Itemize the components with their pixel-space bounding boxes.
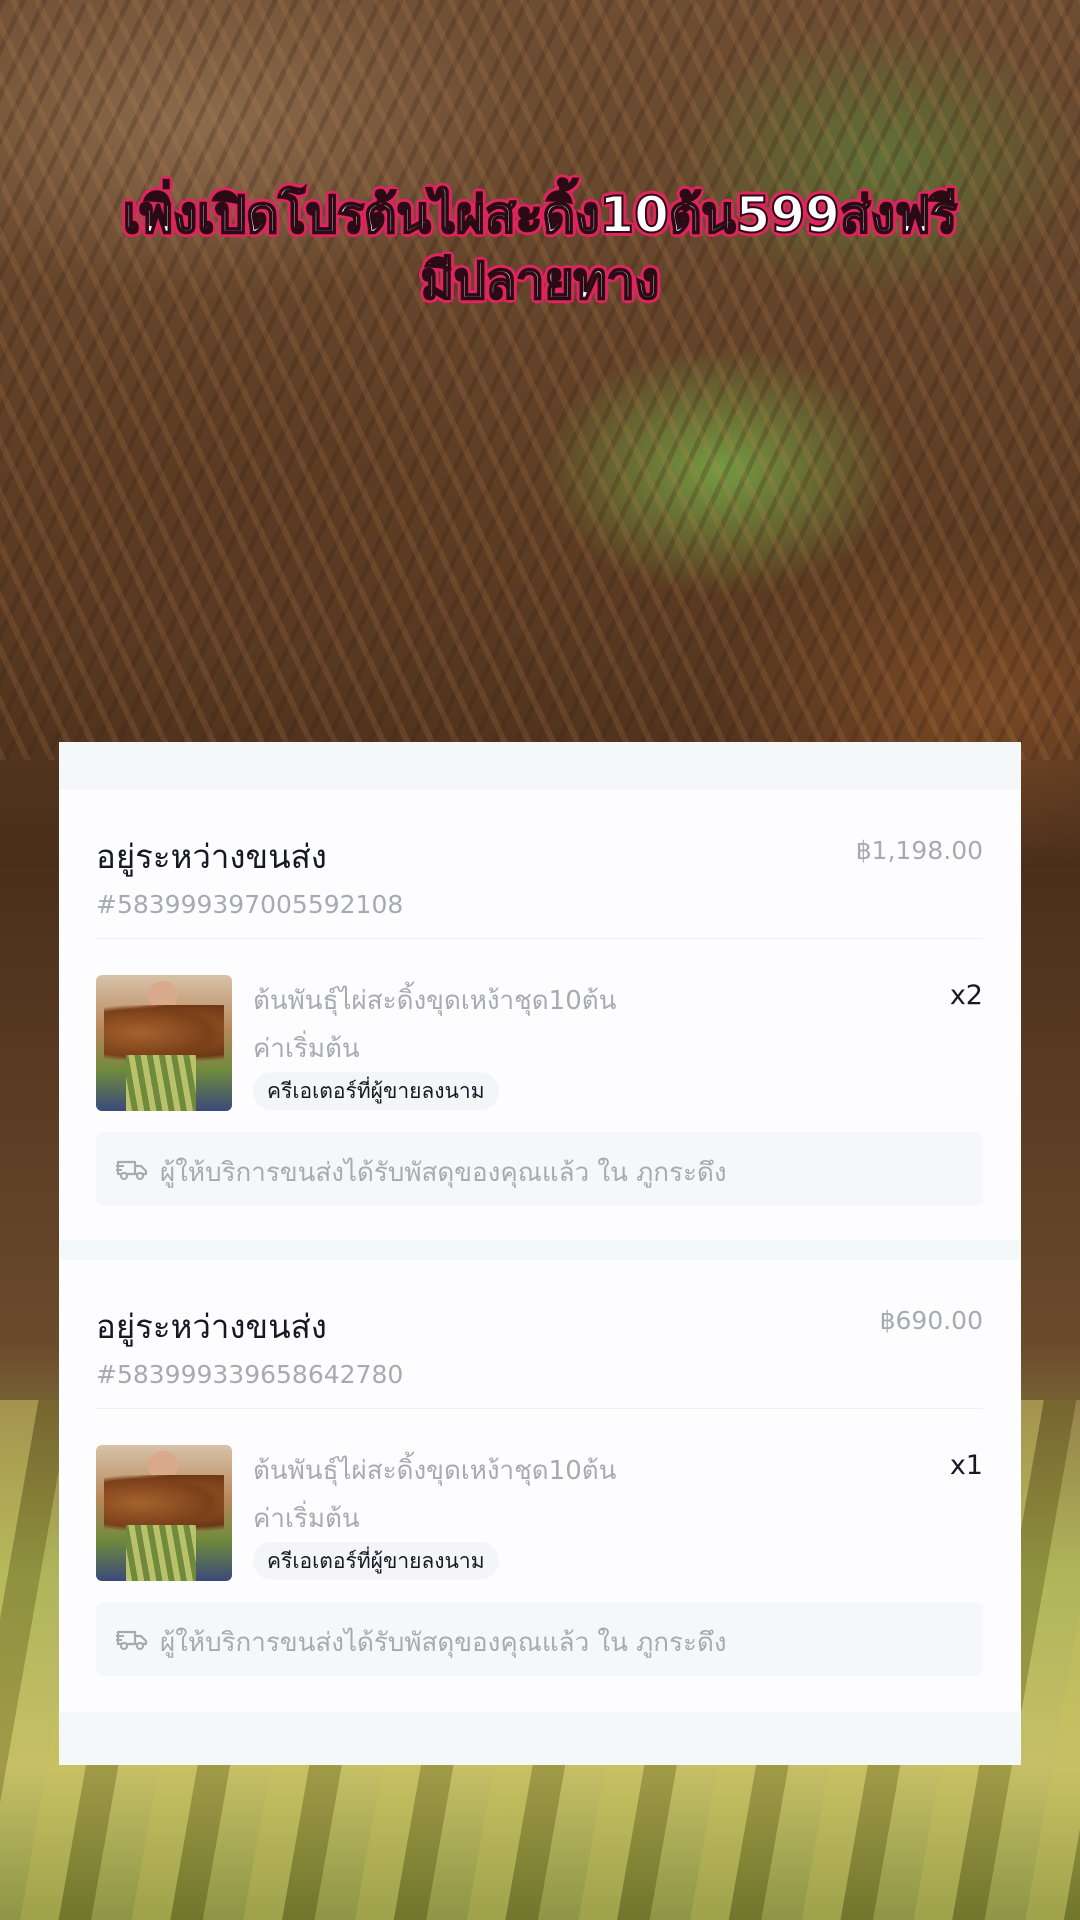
product-thumbnail[interactable] bbox=[96, 975, 232, 1111]
order-price: ฿1,198.00 bbox=[855, 836, 983, 865]
product-name[interactable]: ต้นพันธุ์ไผ่สะดิ้งขุดเหง้าชุด10ต้น bbox=[253, 980, 616, 1021]
order-id: #583999397005592108 bbox=[96, 890, 404, 919]
product-quantity: x1 bbox=[949, 1450, 983, 1481]
order-price: ฿690.00 bbox=[879, 1306, 983, 1335]
order-status: อยู่ระหว่างขนส่ง bbox=[96, 1307, 327, 1346]
shipping-status-bar[interactable]: ผู้ให้บริการขนส่งได้รับพัสดุของคุณแล้ว ใ… bbox=[96, 1132, 983, 1206]
divider bbox=[96, 938, 983, 939]
thumbnail-plant bbox=[104, 1005, 224, 1061]
creator-badge: ครีเอเตอร์ที่ผู้ขายลงนาม bbox=[253, 1072, 499, 1110]
shipping-status-text: ผู้ให้บริการขนส่งได้รับพัสดุของคุณแล้ว ใ… bbox=[160, 1158, 727, 1188]
caption-line-1: เพิ่งเปิดโปรต้นไผ่สะดิ้ง10ต้น599ส่งฟรี bbox=[122, 185, 958, 245]
shipping-status-bar[interactable]: ผู้ให้บริการขนส่งได้รับพัสดุของคุณแล้ว ใ… bbox=[96, 1602, 983, 1676]
order-status: อยู่ระหว่างขนส่ง bbox=[96, 837, 327, 876]
thumbnail-stems bbox=[126, 1055, 196, 1111]
shipping-status-text: ผู้ให้บริการขนส่งได้รับพัสดุของคุณแล้ว ใ… bbox=[160, 1628, 727, 1658]
orders-panel: อยู่ระหว่างขนส่ง #583999397005592108 ฿1,… bbox=[59, 742, 1021, 1765]
order-card[interactable]: อยู่ระหว่างขนส่ง #583999339658642780 ฿69… bbox=[59, 1260, 1021, 1712]
creator-badge: ครีเอเตอร์ที่ผู้ขายลงนาม bbox=[253, 1542, 499, 1580]
caption-line-2: มีปลายทาง bbox=[420, 251, 660, 311]
order-id: #583999339658642780 bbox=[96, 1360, 404, 1389]
background-texture bbox=[0, 0, 1080, 760]
product-variant: ค่าเริ่มต้น bbox=[253, 1504, 360, 1534]
product-quantity: x2 bbox=[949, 980, 983, 1011]
thumbnail-stems bbox=[126, 1525, 196, 1581]
product-name[interactable]: ต้นพันธุ์ไผ่สะดิ้งขุดเหง้าชุด10ต้น bbox=[253, 1450, 616, 1491]
product-variant: ค่าเริ่มต้น bbox=[253, 1034, 360, 1064]
product-thumbnail[interactable] bbox=[96, 1445, 232, 1581]
divider bbox=[96, 1408, 983, 1409]
delivery-truck-icon bbox=[116, 1630, 148, 1651]
video-caption: เพิ่งเปิดโปรต้นไผ่สะดิ้ง10ต้น599ส่งฟรี ม… bbox=[0, 182, 1080, 314]
delivery-truck-icon bbox=[116, 1160, 148, 1181]
order-card[interactable]: อยู่ระหว่างขนส่ง #583999397005592108 ฿1,… bbox=[59, 790, 1021, 1240]
thumbnail-plant bbox=[104, 1475, 224, 1531]
